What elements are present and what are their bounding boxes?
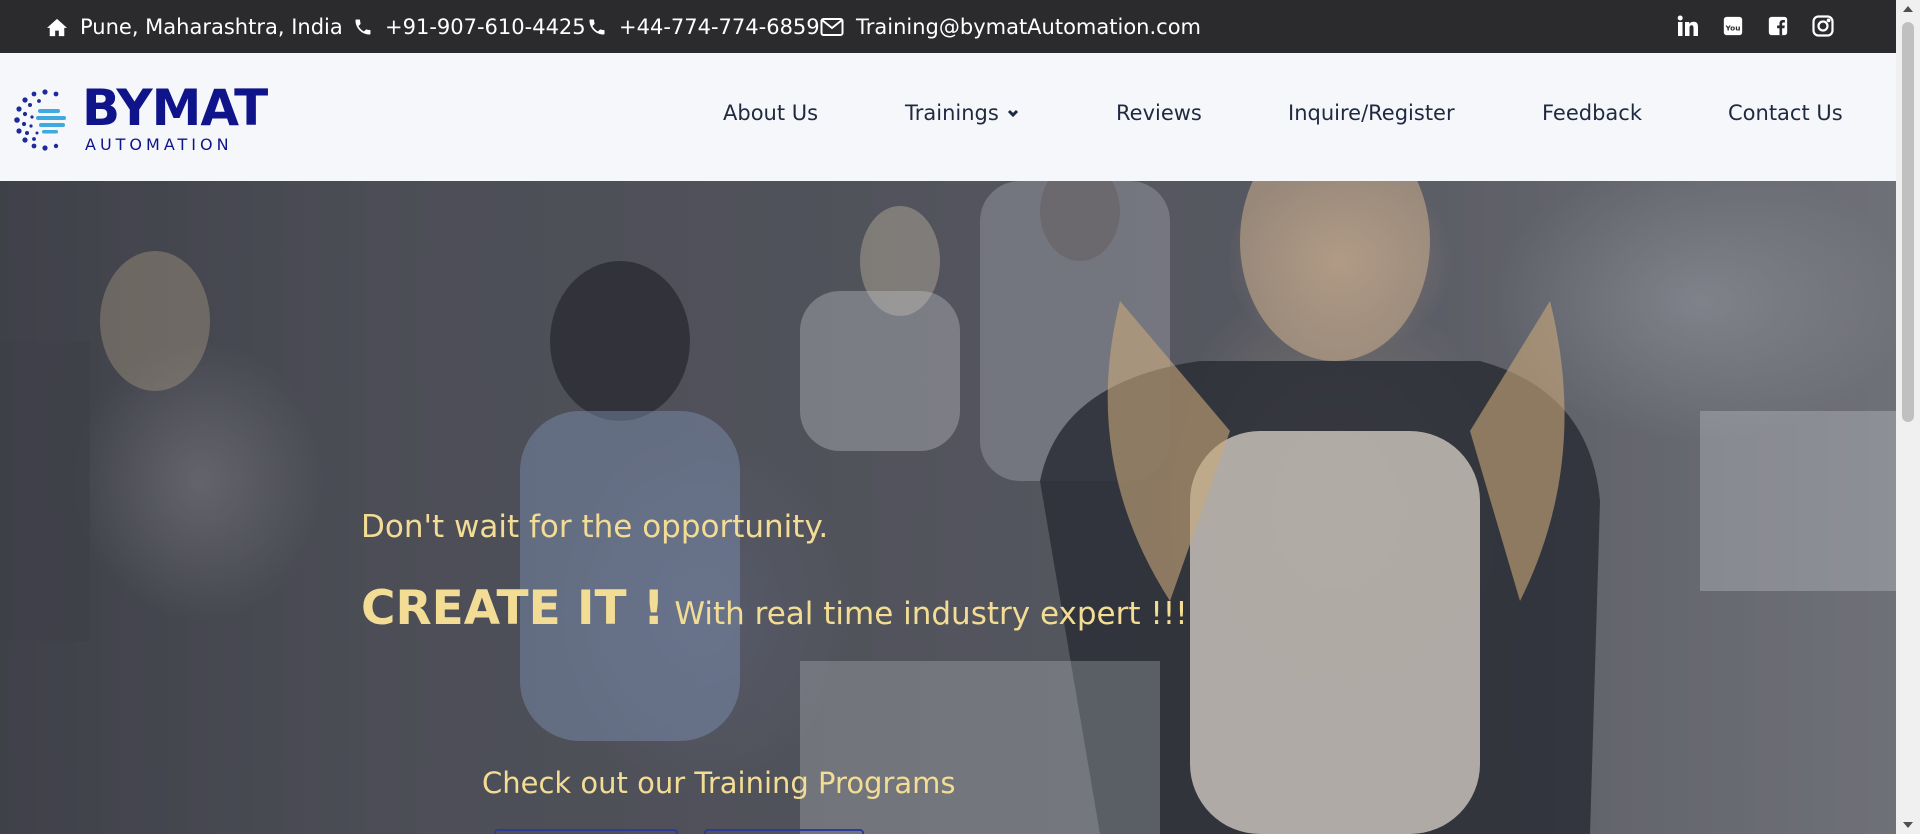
nav-contact-us[interactable]: Contact Us [1728,101,1843,125]
nav-reviews[interactable]: Reviews [1116,101,1202,125]
location-text: Pune, Maharashtra, India [80,14,343,39]
phone-icon [589,19,605,34]
scrollbar-thumb[interactable] [1902,22,1914,422]
phone-item-1[interactable]: +91-907-610-4425 [353,0,586,53]
page-scrollbar[interactable] [1896,0,1920,834]
phone-text-1[interactable]: +91-907-610-4425 [385,15,586,39]
youtube-icon[interactable]: You [1719,12,1747,40]
logo-mark-icon [14,89,66,151]
hero-create-it: CREATE IT ! [361,581,665,636]
hero-tagline: With real time industry expert !!! [674,596,1188,632]
email-item[interactable]: Training@bymatAutomation.com [820,0,1201,53]
top-contact-bar: Pune, Maharashtra, India +91-907-610-442… [0,0,1896,53]
hero-button-1[interactable] [494,829,678,834]
logo-wordmark: BYMAT [82,79,268,137]
nav-feedback[interactable]: Feedback [1542,101,1642,125]
home-icon [47,18,67,36]
nav-trainings-label[interactable]: Trainings [905,101,999,125]
facebook-icon[interactable] [1764,12,1792,40]
hero-button-2[interactable] [704,829,864,834]
email-text[interactable]: Training@bymatAutomation.com [856,15,1201,39]
scroll-down-arrow-icon[interactable] [1903,822,1913,828]
location-item: Pune, Maharashtra, India [46,0,343,53]
hero-tagline-row: CREATE IT ! With real time industry expe… [361,581,1188,636]
nav-inquire-register[interactable]: Inquire/Register [1288,101,1455,125]
hero-banner: Don't wait for the opportunity. CREATE I… [0,181,1896,834]
phone-icon [355,19,371,34]
nav-about-us[interactable]: About Us [723,101,818,125]
phone-item-2[interactable]: +44-774-774-6859 [587,0,820,53]
instagram-icon[interactable] [1809,12,1837,40]
phone-text-2[interactable]: +44-774-774-6859 [619,15,820,39]
svg-text:You: You [1725,24,1741,33]
hero-headline: Don't wait for the opportunity. [361,509,829,545]
envelope-icon [820,17,844,36]
hero-cta-text: Check out our Training Programs [482,766,956,800]
main-navbar: BYMAT AUTOMATION About Us Trainings Revi… [0,53,1896,181]
linkedin-icon[interactable] [1674,12,1702,40]
logo-subtitle: AUTOMATION [85,135,233,154]
nav-trainings[interactable]: Trainings [905,101,1019,125]
hero-background-image [0,181,1896,834]
scroll-up-arrow-icon[interactable] [1903,6,1913,12]
chevron-down-icon [1007,109,1018,118]
